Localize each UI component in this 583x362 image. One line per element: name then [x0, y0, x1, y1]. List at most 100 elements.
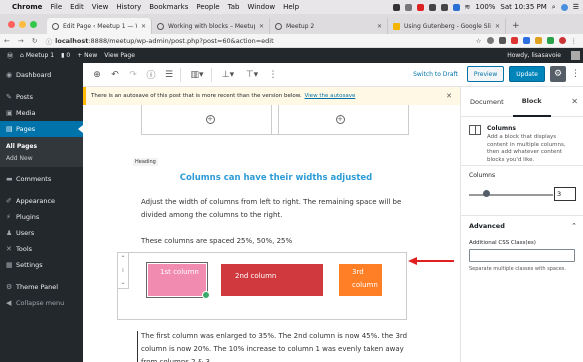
drag-handle-icon[interactable]: ⁞	[122, 267, 124, 274]
menu-file[interactable]: File	[50, 3, 62, 11]
new-tab-button[interactable]: +	[506, 21, 526, 34]
more-options-icon[interactable]: ⋮	[265, 67, 281, 83]
submenu-all-pages[interactable]: All Pages	[0, 140, 83, 152]
column-3[interactable]: 3rd column	[339, 264, 382, 296]
sidebar-item-settings[interactable]: ▦ Settings	[0, 257, 83, 273]
undo-icon[interactable]: ↶	[107, 67, 123, 83]
tab-google-slides[interactable]: Using Gutenberg - Google Slide... ✕	[388, 18, 506, 34]
view-page-link[interactable]: View Page	[104, 52, 135, 59]
search-icon[interactable]: ⌕	[552, 3, 556, 12]
redo-icon[interactable]: ↷	[125, 67, 141, 83]
move-down-icon[interactable]: ⌄	[120, 279, 125, 286]
clock[interactable]: Sat 10:35 PM	[500, 3, 546, 11]
add-block-icon[interactable]: ⊕	[89, 67, 105, 83]
star-icon[interactable]: ☆	[476, 37, 482, 45]
app-menu-chrome[interactable]: Chrome	[12, 3, 42, 11]
extension-icon[interactable]	[486, 37, 494, 44]
sidebar-item-appearance[interactable]: ✐ Appearance	[0, 193, 83, 209]
close-panel-icon[interactable]: ✕	[571, 97, 578, 106]
more-menu-icon[interactable]: ⋮	[571, 69, 580, 79]
empty-column-placeholder[interactable]: +	[141, 105, 279, 135]
heading-block[interactable]: Columns can have their widths adjusted	[141, 173, 411, 183]
list-icon[interactable]: ☰	[573, 3, 579, 11]
comments-icon[interactable]: ▮	[61, 52, 64, 59]
columns-count-input[interactable]: 3	[554, 187, 576, 201]
siri-icon[interactable]	[560, 3, 568, 11]
preview-button[interactable]: Preview	[466, 66, 505, 82]
align-center-icon[interactable]: ⊥▾	[217, 67, 239, 83]
tab-working-with-blocks[interactable]: Working with blocks – Meetup 1 ✕	[152, 18, 270, 34]
dismiss-notice-icon[interactable]: ✕	[446, 92, 452, 100]
columns-block-icon[interactable]: ▥▾	[186, 67, 208, 83]
update-button[interactable]: Update	[509, 66, 545, 82]
extension-icon[interactable]	[498, 37, 506, 44]
sidebar-item-dashboard[interactable]: ◉ Dashboard	[0, 67, 83, 83]
site-name[interactable]: Meetup 1	[26, 52, 54, 59]
status-icon[interactable]	[440, 3, 448, 11]
status-icon[interactable]	[392, 3, 400, 11]
paragraph-block[interactable]: These columns are spaced 25%, 50%, 25%	[141, 235, 411, 248]
close-tab-icon[interactable]: ✕	[259, 23, 264, 30]
sidebar-item-media[interactable]: ▣ Media	[0, 105, 83, 121]
empty-column-placeholder[interactable]: +	[271, 105, 409, 135]
column-2[interactable]: 2nd column	[221, 264, 323, 296]
add-block-icon[interactable]: +	[335, 115, 345, 124]
tab-meetup-2[interactable]: Meetup 2 ✕	[270, 18, 388, 34]
info-icon[interactable]: ⓘ	[46, 36, 53, 46]
column-1[interactable]: 1st column	[148, 264, 206, 296]
wifi-icon[interactable]: ≋	[465, 3, 471, 11]
css-class-input[interactable]	[469, 249, 575, 262]
url-field[interactable]: ⓘ localhost:8888/meetup/wp-admin/post.ph…	[46, 35, 476, 46]
close-tab-icon[interactable]: ✕	[141, 23, 146, 30]
submenu-add-new[interactable]: Add New	[0, 152, 83, 164]
tab-block[interactable]: Block	[512, 87, 551, 117]
outline-icon[interactable]: ☰	[161, 67, 177, 83]
reload-icon[interactable]: ↻	[28, 37, 42, 45]
advanced-section-toggle[interactable]: Advanced ⌃	[461, 215, 583, 235]
sidebar-item-comments[interactable]: ▬ Comments	[0, 171, 83, 187]
columns-slider-track[interactable]	[469, 194, 553, 196]
back-icon[interactable]: ←	[0, 37, 14, 45]
menu-history[interactable]: History	[116, 3, 141, 11]
forward-icon[interactable]: →	[14, 37, 28, 45]
tab-edit-page[interactable]: Edit Page ‹ Meetup 1 — WordPr... ✕	[47, 18, 152, 34]
wordpress-logo-icon[interactable]: Ⓦ	[7, 51, 13, 60]
sidebar-item-plugins[interactable]: ⚡ Plugins	[0, 209, 83, 225]
switch-to-draft-link[interactable]: Switch to Draft	[413, 71, 458, 78]
menu-people[interactable]: People	[196, 3, 219, 11]
sidebar-collapse-menu[interactable]: ◀ Collapse menu	[0, 295, 83, 311]
close-tab-icon[interactable]: ✕	[377, 23, 382, 30]
more-icon[interactable]: ⋮	[571, 37, 578, 45]
menu-bookmarks[interactable]: Bookmarks	[149, 3, 188, 11]
new-content-link[interactable]: + New	[77, 52, 97, 59]
close-window-button[interactable]	[8, 21, 15, 28]
menu-window[interactable]: Window	[247, 3, 275, 11]
menu-view[interactable]: View	[92, 3, 109, 11]
tab-document[interactable]: Document	[461, 87, 513, 117]
settings-gear-icon[interactable]: ⚙	[550, 66, 566, 82]
minimize-window-button[interactable]	[19, 21, 26, 28]
menu-help[interactable]: Help	[283, 3, 299, 11]
add-block-icon[interactable]: +	[205, 115, 215, 124]
sidebar-item-tools[interactable]: ✕ Tools	[0, 241, 83, 257]
view-autosave-link[interactable]: View the autosave	[305, 93, 356, 99]
sidebar-item-theme-panel[interactable]: ⚙ Theme Panel	[0, 279, 83, 295]
comment-count[interactable]: 0	[66, 52, 70, 59]
sidebar-item-posts[interactable]: ✎ Posts	[0, 89, 83, 105]
menu-tab[interactable]: Tab	[228, 3, 240, 11]
resize-handle[interactable]	[202, 291, 210, 299]
info-icon[interactable]: ⓘ	[143, 67, 159, 83]
zoom-window-button[interactable]	[30, 21, 37, 28]
extension-icon[interactable]	[546, 37, 554, 44]
account-menu[interactable]: Howdy, lisasavoie	[500, 51, 580, 60]
paragraph-block[interactable]: Adjust the width of columns from left to…	[141, 196, 411, 222]
flag-icon[interactable]	[452, 3, 460, 11]
align-top-icon[interactable]: ⊤▾	[241, 67, 263, 83]
columns-slider-handle[interactable]	[483, 190, 490, 197]
extension-icon[interactable]	[522, 37, 530, 44]
extension-icon[interactable]	[534, 37, 542, 44]
status-icon[interactable]	[428, 3, 436, 11]
status-icon[interactable]	[416, 3, 424, 11]
battery-text[interactable]: 100%	[475, 3, 495, 11]
menu-edit[interactable]: Edit	[70, 3, 84, 11]
